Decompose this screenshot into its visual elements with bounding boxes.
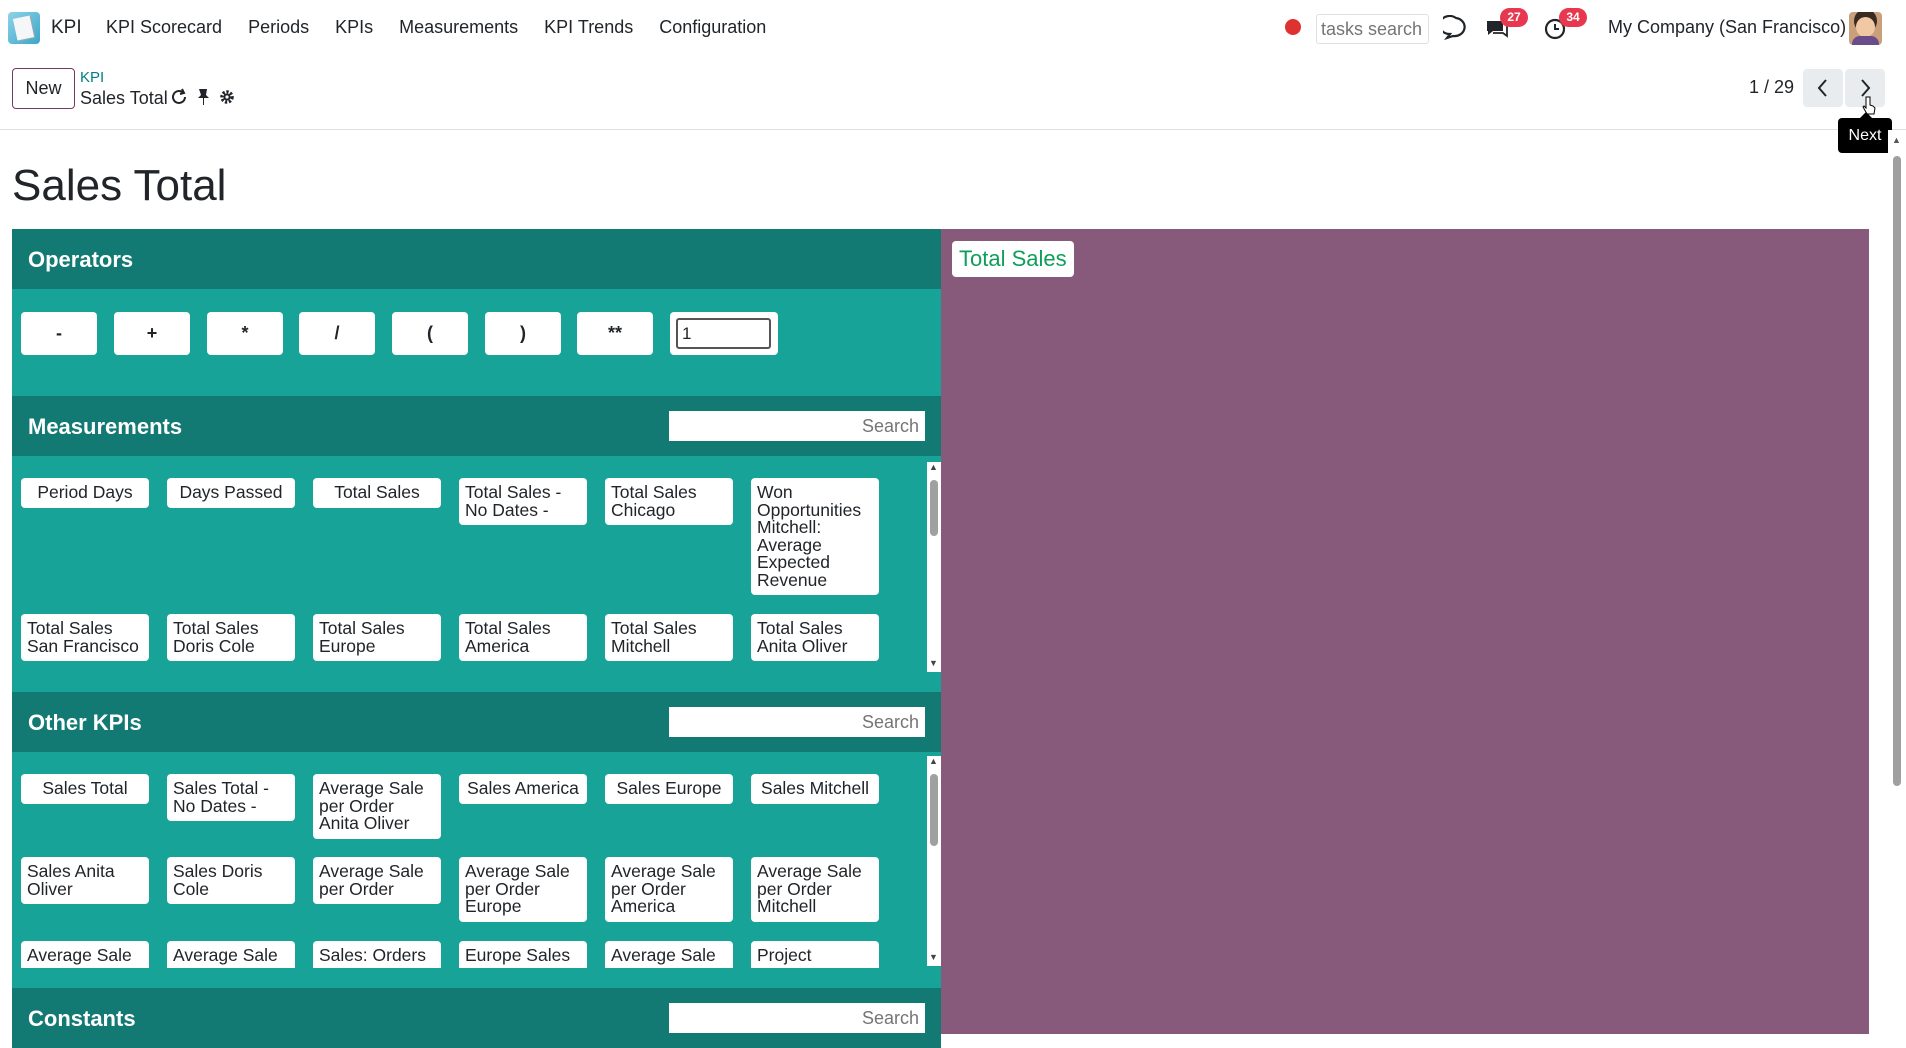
kpi-chip[interactable]: Sales Mitchell	[751, 774, 879, 804]
measurement-chip[interactable]: Total Sales Anita Oliver	[751, 614, 879, 661]
kpi-chip[interactable]: Sales Europe	[605, 774, 733, 804]
kpi-chip[interactable]: Average Sale per Order Europe	[459, 857, 587, 922]
kpi-chip[interactable]: Sales Doris Cole	[167, 857, 295, 904]
messages-icon[interactable]: 27	[1484, 8, 1528, 41]
kpi-chip[interactable]: Average Sale per Order America	[605, 857, 733, 922]
formula-area[interactable]: Total Sales	[941, 229, 1869, 1034]
new-button[interactable]: New	[12, 68, 75, 109]
measurements-list: Period Days Days Passed Total Sales Tota…	[12, 456, 930, 672]
kpi-chip[interactable]: Average Sale	[167, 941, 295, 968]
other-kpis-title: Other KPIs	[28, 710, 142, 735]
measurement-chip[interactable]: Days Passed	[167, 478, 295, 508]
operator-power-button[interactable]: **	[577, 312, 653, 355]
other-kpis-list: Sales Total Sales Total - No Dates - Ave…	[12, 752, 930, 968]
measurements-scrollbar[interactable]: ▲ ▼	[927, 462, 941, 672]
operator-open-paren-button[interactable]: (	[392, 312, 468, 355]
kpi-chip[interactable]: Average Sale	[605, 941, 733, 968]
kpi-chip[interactable]: Sales Total - No Dates -	[167, 774, 295, 821]
kpi-chip[interactable]: Sales Anita Oliver	[21, 857, 149, 904]
operator-close-paren-button[interactable]: )	[485, 312, 561, 355]
kpi-chip[interactable]: Average Sale	[21, 941, 149, 968]
page-scrollbar[interactable]: ▲	[1888, 130, 1906, 1034]
number-input-wrapper	[670, 312, 778, 355]
main-menu: KPI Scorecard Periods KPIs Measurements …	[106, 17, 792, 38]
measurement-chip[interactable]: Total Sales Chicago	[605, 478, 733, 525]
record-actions	[170, 88, 236, 111]
menu-kpis[interactable]: KPIs	[335, 17, 373, 38]
control-panel: New KPI Sales Total 1 / 29	[0, 57, 1906, 130]
breadcrumb-parent[interactable]: KPI	[80, 69, 104, 86]
constants-header: Constants	[12, 988, 941, 1048]
operator-divide-button[interactable]: /	[299, 312, 375, 355]
kpi-chip[interactable]: Sales: Orders	[313, 941, 441, 968]
pin-icon[interactable]	[196, 88, 210, 111]
operator-plus-button[interactable]: +	[114, 312, 190, 355]
operators-header: Operators	[12, 229, 941, 289]
record-dot-icon[interactable]	[1285, 19, 1301, 35]
operator-multiply-button[interactable]: *	[207, 312, 283, 355]
activity-clock-icon[interactable]: 34	[1543, 8, 1587, 41]
chat-bubble-icon[interactable]	[1438, 14, 1469, 41]
formula-token[interactable]: Total Sales	[952, 241, 1074, 277]
activities-count-badge: 34	[1559, 8, 1587, 27]
refresh-icon[interactable]	[170, 88, 188, 111]
gear-icon[interactable]	[218, 88, 236, 111]
operator-minus-button[interactable]: -	[21, 312, 97, 355]
constants-title: Constants	[28, 1006, 136, 1031]
kpi-chip[interactable]: Europe Sales	[459, 941, 587, 968]
other-kpis-scrollbar[interactable]: ▲ ▼	[927, 756, 941, 966]
constants-search-input[interactable]	[669, 1003, 925, 1033]
next-tooltip: Next	[1838, 112, 1892, 153]
other-kpis-header: Other KPIs	[12, 692, 941, 752]
operators-title: Operators	[28, 247, 134, 272]
menu-periods[interactable]: Periods	[248, 17, 309, 38]
measurement-chip[interactable]: Total Sales Doris Cole	[167, 614, 295, 661]
measurement-chip[interactable]: Total Sales San Francisco	[21, 614, 149, 661]
measurement-chip[interactable]: Won Opportunities Mitchell: Average Expe…	[751, 478, 879, 595]
user-avatar[interactable]	[1849, 12, 1882, 45]
kpi-chip[interactable]: Average Sale per Order	[313, 857, 441, 904]
formula-builder-panel: Operators - + * / ( ) ** Measurements Pe…	[12, 229, 941, 1048]
top-navbar: KPI KPI Scorecard Periods KPIs Measureme…	[0, 0, 1906, 57]
app-name[interactable]: KPI	[51, 17, 82, 39]
measurement-chip[interactable]: Total Sales America	[459, 614, 587, 661]
kpi-chip[interactable]: Average Sale per Order Mitchell	[751, 857, 879, 922]
messages-count-badge: 27	[1500, 8, 1528, 27]
menu-kpi-trends[interactable]: KPI Trends	[544, 17, 633, 38]
measurement-chip[interactable]: Period Days	[21, 478, 149, 508]
menu-kpi-scorecard[interactable]: KPI Scorecard	[106, 17, 222, 38]
pager-value[interactable]: 1 / 29	[1749, 77, 1794, 98]
measurement-chip[interactable]: Total Sales	[313, 478, 441, 508]
menu-measurements[interactable]: Measurements	[399, 17, 518, 38]
pager-previous-button[interactable]	[1803, 69, 1843, 107]
page-title: Sales Total	[12, 161, 227, 210]
other-kpis-search-input[interactable]	[669, 707, 925, 737]
menu-configuration[interactable]: Configuration	[659, 17, 766, 38]
tasks-search-input[interactable]	[1316, 14, 1429, 44]
app-logo-icon[interactable]	[8, 12, 40, 44]
number-input[interactable]	[676, 318, 771, 349]
breadcrumb-current: Sales Total	[80, 88, 168, 108]
company-switcher[interactable]: My Company (San Francisco)	[1608, 17, 1846, 38]
measurements-title: Measurements	[28, 414, 183, 439]
measurement-chip[interactable]: Total Sales - No Dates -	[459, 478, 587, 525]
measurement-chip[interactable]: Total Sales Europe	[313, 614, 441, 661]
kpi-chip[interactable]: Sales Total	[21, 774, 149, 804]
measurements-header: Measurements	[12, 396, 941, 456]
kpi-chip[interactable]: Sales America	[459, 774, 587, 804]
kpi-chip[interactable]: Project	[751, 941, 879, 968]
measurement-chip[interactable]: Total Sales Mitchell	[605, 614, 733, 661]
measurements-search-input[interactable]	[669, 411, 925, 441]
kpi-chip[interactable]: Average Sale per Order Anita Oliver	[313, 774, 441, 839]
